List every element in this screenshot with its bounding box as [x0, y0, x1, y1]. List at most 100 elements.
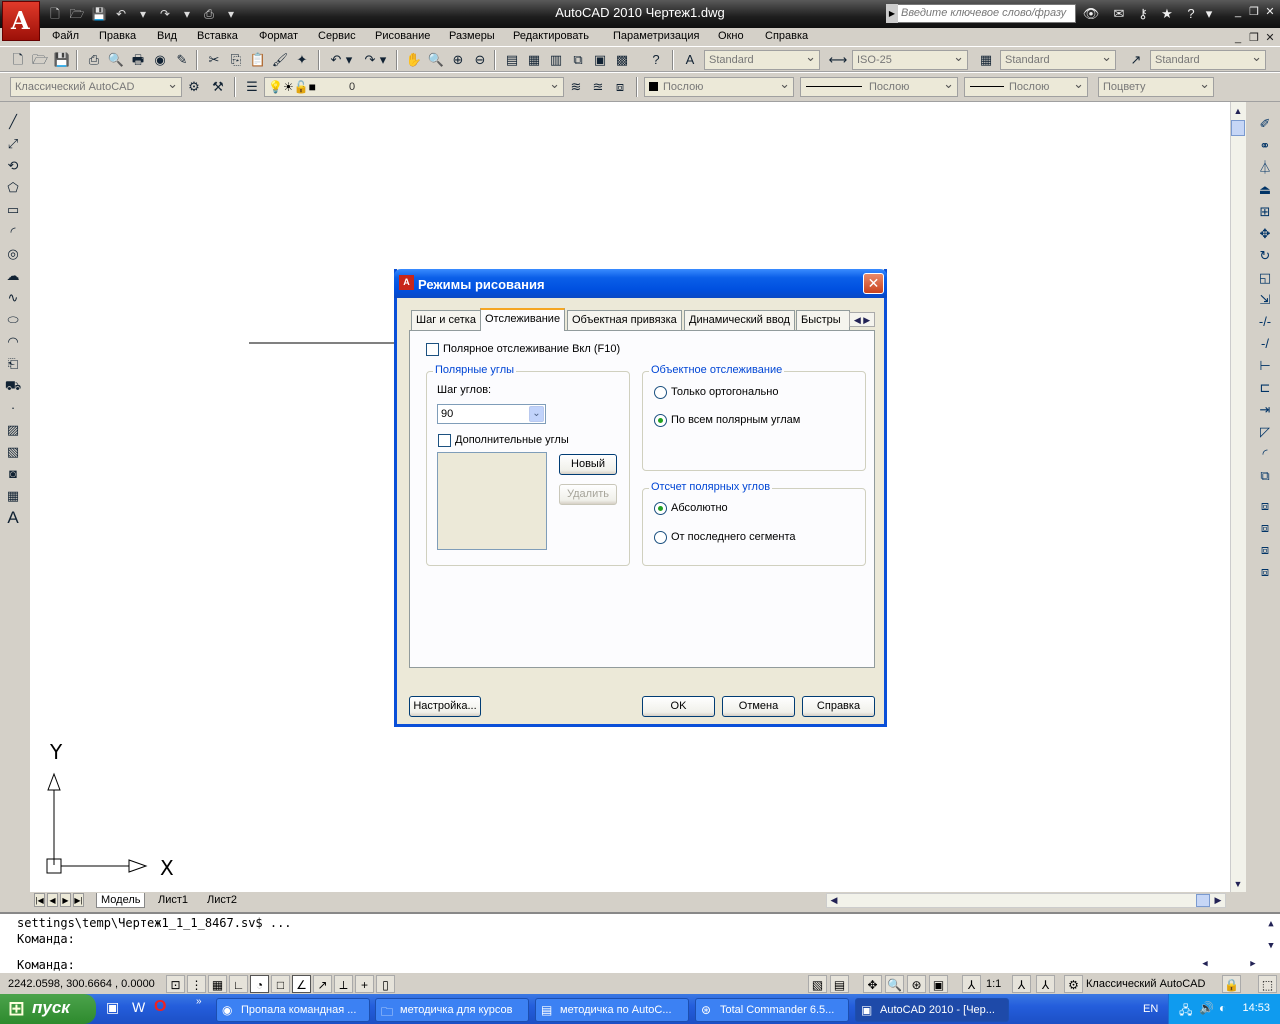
restore-window-icon[interactable]: ❐: [1246, 4, 1262, 20]
join-icon[interactable]: ⇥: [1255, 400, 1275, 420]
options-button[interactable]: Настройка...: [409, 696, 481, 717]
table-style-select[interactable]: Standard: [1000, 50, 1116, 70]
3d-osnap-icon[interactable]: ∠: [292, 975, 311, 993]
tab-scroll-arrows-icon[interactable]: ◀ ▶: [849, 312, 875, 327]
annotation-scale-icon[interactable]: ⅄: [962, 975, 981, 993]
zoom-previous-icon[interactable]: ⊖: [470, 50, 490, 70]
all-polar-radio[interactable]: [654, 414, 667, 427]
pan-icon[interactable]: ✋: [404, 50, 424, 70]
lock-ui-icon[interactable]: 🔒: [1222, 975, 1241, 993]
table-icon[interactable]: ▦: [3, 486, 23, 506]
tab-polar-tracking[interactable]: Отслеживание: [480, 308, 566, 331]
break-at-point-icon[interactable]: ⊢: [1255, 356, 1275, 376]
redo-icon[interactable]: ↷: [156, 5, 174, 23]
chamfer-icon[interactable]: ◸: [1255, 422, 1275, 442]
fillet-icon[interactable]: ◜: [1255, 444, 1275, 464]
cmd-scroll-left-icon[interactable]: ◀: [1198, 956, 1212, 972]
tab-dynamic-input[interactable]: Динамический ввод: [684, 310, 795, 330]
object-snap-icon[interactable]: □: [271, 975, 290, 993]
task-total-commander[interactable]: ⊛ Total Commander 6.5...: [695, 998, 849, 1022]
menu-edit[interactable]: Правка: [99, 30, 136, 42]
tab-sheet1[interactable]: Лист1: [154, 893, 192, 908]
help-button[interactable]: Справка: [802, 696, 875, 717]
task-folder[interactable]: 🗀 методичка для курсов: [375, 998, 529, 1022]
new-angle-button[interactable]: Новый: [559, 454, 617, 475]
dialog-close-button[interactable]: ✕: [863, 273, 884, 294]
menu-view[interactable]: Вид: [157, 30, 177, 42]
additional-angles-checkbox[interactable]: [438, 434, 451, 447]
dim-style-icon[interactable]: ⟷: [828, 50, 848, 70]
horizontal-scrollbar[interactable]: [826, 893, 1226, 908]
lineweight-select[interactable]: Послою: [964, 77, 1088, 97]
cancel-button[interactable]: Отмена: [722, 696, 795, 717]
workspace-select[interactable]: Классический AutoCAD: [10, 77, 182, 97]
undo-dropdown-icon[interactable]: ▾: [344, 50, 354, 70]
doc-close-icon[interactable]: ✕: [1262, 30, 1278, 46]
break-icon[interactable]: ⊏: [1255, 378, 1275, 398]
menu-insert[interactable]: Вставка: [197, 30, 238, 42]
tab-snap-grid[interactable]: Шаг и сетка: [411, 310, 481, 330]
scroll-up-icon[interactable]: ▲: [1231, 103, 1245, 119]
menu-tools[interactable]: Сервис: [318, 30, 356, 42]
command-prompt[interactable]: Команда:: [17, 958, 75, 972]
etransmit-icon[interactable]: ✎: [172, 50, 192, 70]
tool-palettes-icon[interactable]: ▥: [546, 50, 566, 70]
tab-last-icon[interactable]: ▶|: [73, 893, 84, 907]
menu-parametric[interactable]: Параметризация: [613, 30, 699, 42]
chevron-down-icon[interactable]: ⌄: [529, 406, 544, 422]
cut-icon[interactable]: ✂: [204, 50, 224, 70]
communication-center-icon[interactable]: ✉: [1108, 4, 1130, 23]
vertical-scroll-thumb[interactable]: [1231, 120, 1245, 136]
zoom-window-icon[interactable]: ⊕: [448, 50, 468, 70]
save-icon[interactable]: 💾: [52, 50, 72, 70]
help-dropdown-icon[interactable]: ▾: [1198, 4, 1220, 23]
dynamic-input-icon[interactable]: +: [355, 975, 374, 993]
plotstyle-select[interactable]: Поцвету: [1098, 77, 1214, 97]
spline-icon[interactable]: ∿: [3, 288, 23, 308]
text-style-select[interactable]: Standard: [704, 50, 820, 70]
antivirus-icon[interactable]: ◐: [1219, 1001, 1226, 1015]
annotation-scale-value[interactable]: 1:1: [986, 978, 1001, 990]
sheet-set-icon[interactable]: ⧉: [568, 50, 588, 70]
quick-launch-autocad-icon[interactable]: ▣: [106, 999, 119, 1016]
task-firefox[interactable]: ◉ Пропала командная ...: [216, 998, 370, 1022]
quickcalc-icon[interactable]: ▩: [612, 50, 632, 70]
revision-cloud-icon[interactable]: ☁: [3, 266, 23, 286]
scroll-down-icon[interactable]: ▼: [1231, 876, 1245, 892]
erase-icon[interactable]: ✐: [1255, 114, 1275, 134]
ducs-icon[interactable]: ⟂: [334, 975, 353, 993]
ortho-only-radio[interactable]: [654, 386, 667, 399]
trim-icon[interactable]: -/-: [1255, 312, 1275, 332]
showmotion-icon[interactable]: ▣: [929, 975, 948, 993]
workspace-switch-icon[interactable]: ⚙: [1064, 975, 1083, 993]
language-indicator[interactable]: EN: [1143, 1003, 1158, 1015]
menu-file[interactable]: Файл: [52, 30, 79, 42]
properties-icon[interactable]: ▤: [502, 50, 522, 70]
scroll-right-icon[interactable]: ▶: [1211, 893, 1225, 907]
task-word-doc[interactable]: ▤ методичка по AutoC...: [535, 998, 689, 1022]
command-line[interactable]: settings\temp\Чертеж1_1_1_8467.sv$ ... К…: [0, 912, 1280, 972]
auto-scale-icon[interactable]: ⅄: [1036, 975, 1055, 993]
table-style-icon[interactable]: ▦: [976, 50, 996, 70]
draworder-front-icon[interactable]: ⧈: [1255, 496, 1275, 516]
copy-icon[interactable]: ⎘: [226, 50, 246, 70]
application-menu-button[interactable]: A: [2, 1, 40, 41]
menu-help[interactable]: Справка: [765, 30, 808, 42]
scale-icon[interactable]: ◱: [1255, 268, 1275, 288]
text-style-icon[interactable]: A: [680, 50, 700, 70]
vertical-scrollbar[interactable]: [1230, 102, 1246, 892]
zoom-status-icon[interactable]: 🔍: [885, 975, 904, 993]
tab-object-snap[interactable]: Объектная привязка: [567, 310, 682, 330]
favorites-star-icon[interactable]: ★: [1156, 4, 1178, 23]
undo-icon[interactable]: ↶: [326, 50, 346, 70]
ortho-mode-icon[interactable]: ∟: [229, 975, 248, 993]
layer-previous-icon[interactable]: ≊: [588, 77, 608, 97]
otrack-icon[interactable]: ↗: [313, 975, 332, 993]
tab-first-icon[interactable]: |◀: [34, 893, 45, 907]
steering-wheel-icon[interactable]: ⊛: [907, 975, 926, 993]
layer-states-icon[interactable]: ⧈: [610, 77, 630, 97]
region-icon[interactable]: ◙: [3, 464, 23, 484]
line-icon[interactable]: ╱: [3, 112, 23, 132]
tab-next-icon[interactable]: ▶: [60, 893, 71, 907]
infocenter-search-input[interactable]: Введите ключевое слово/фразу: [886, 4, 1076, 23]
